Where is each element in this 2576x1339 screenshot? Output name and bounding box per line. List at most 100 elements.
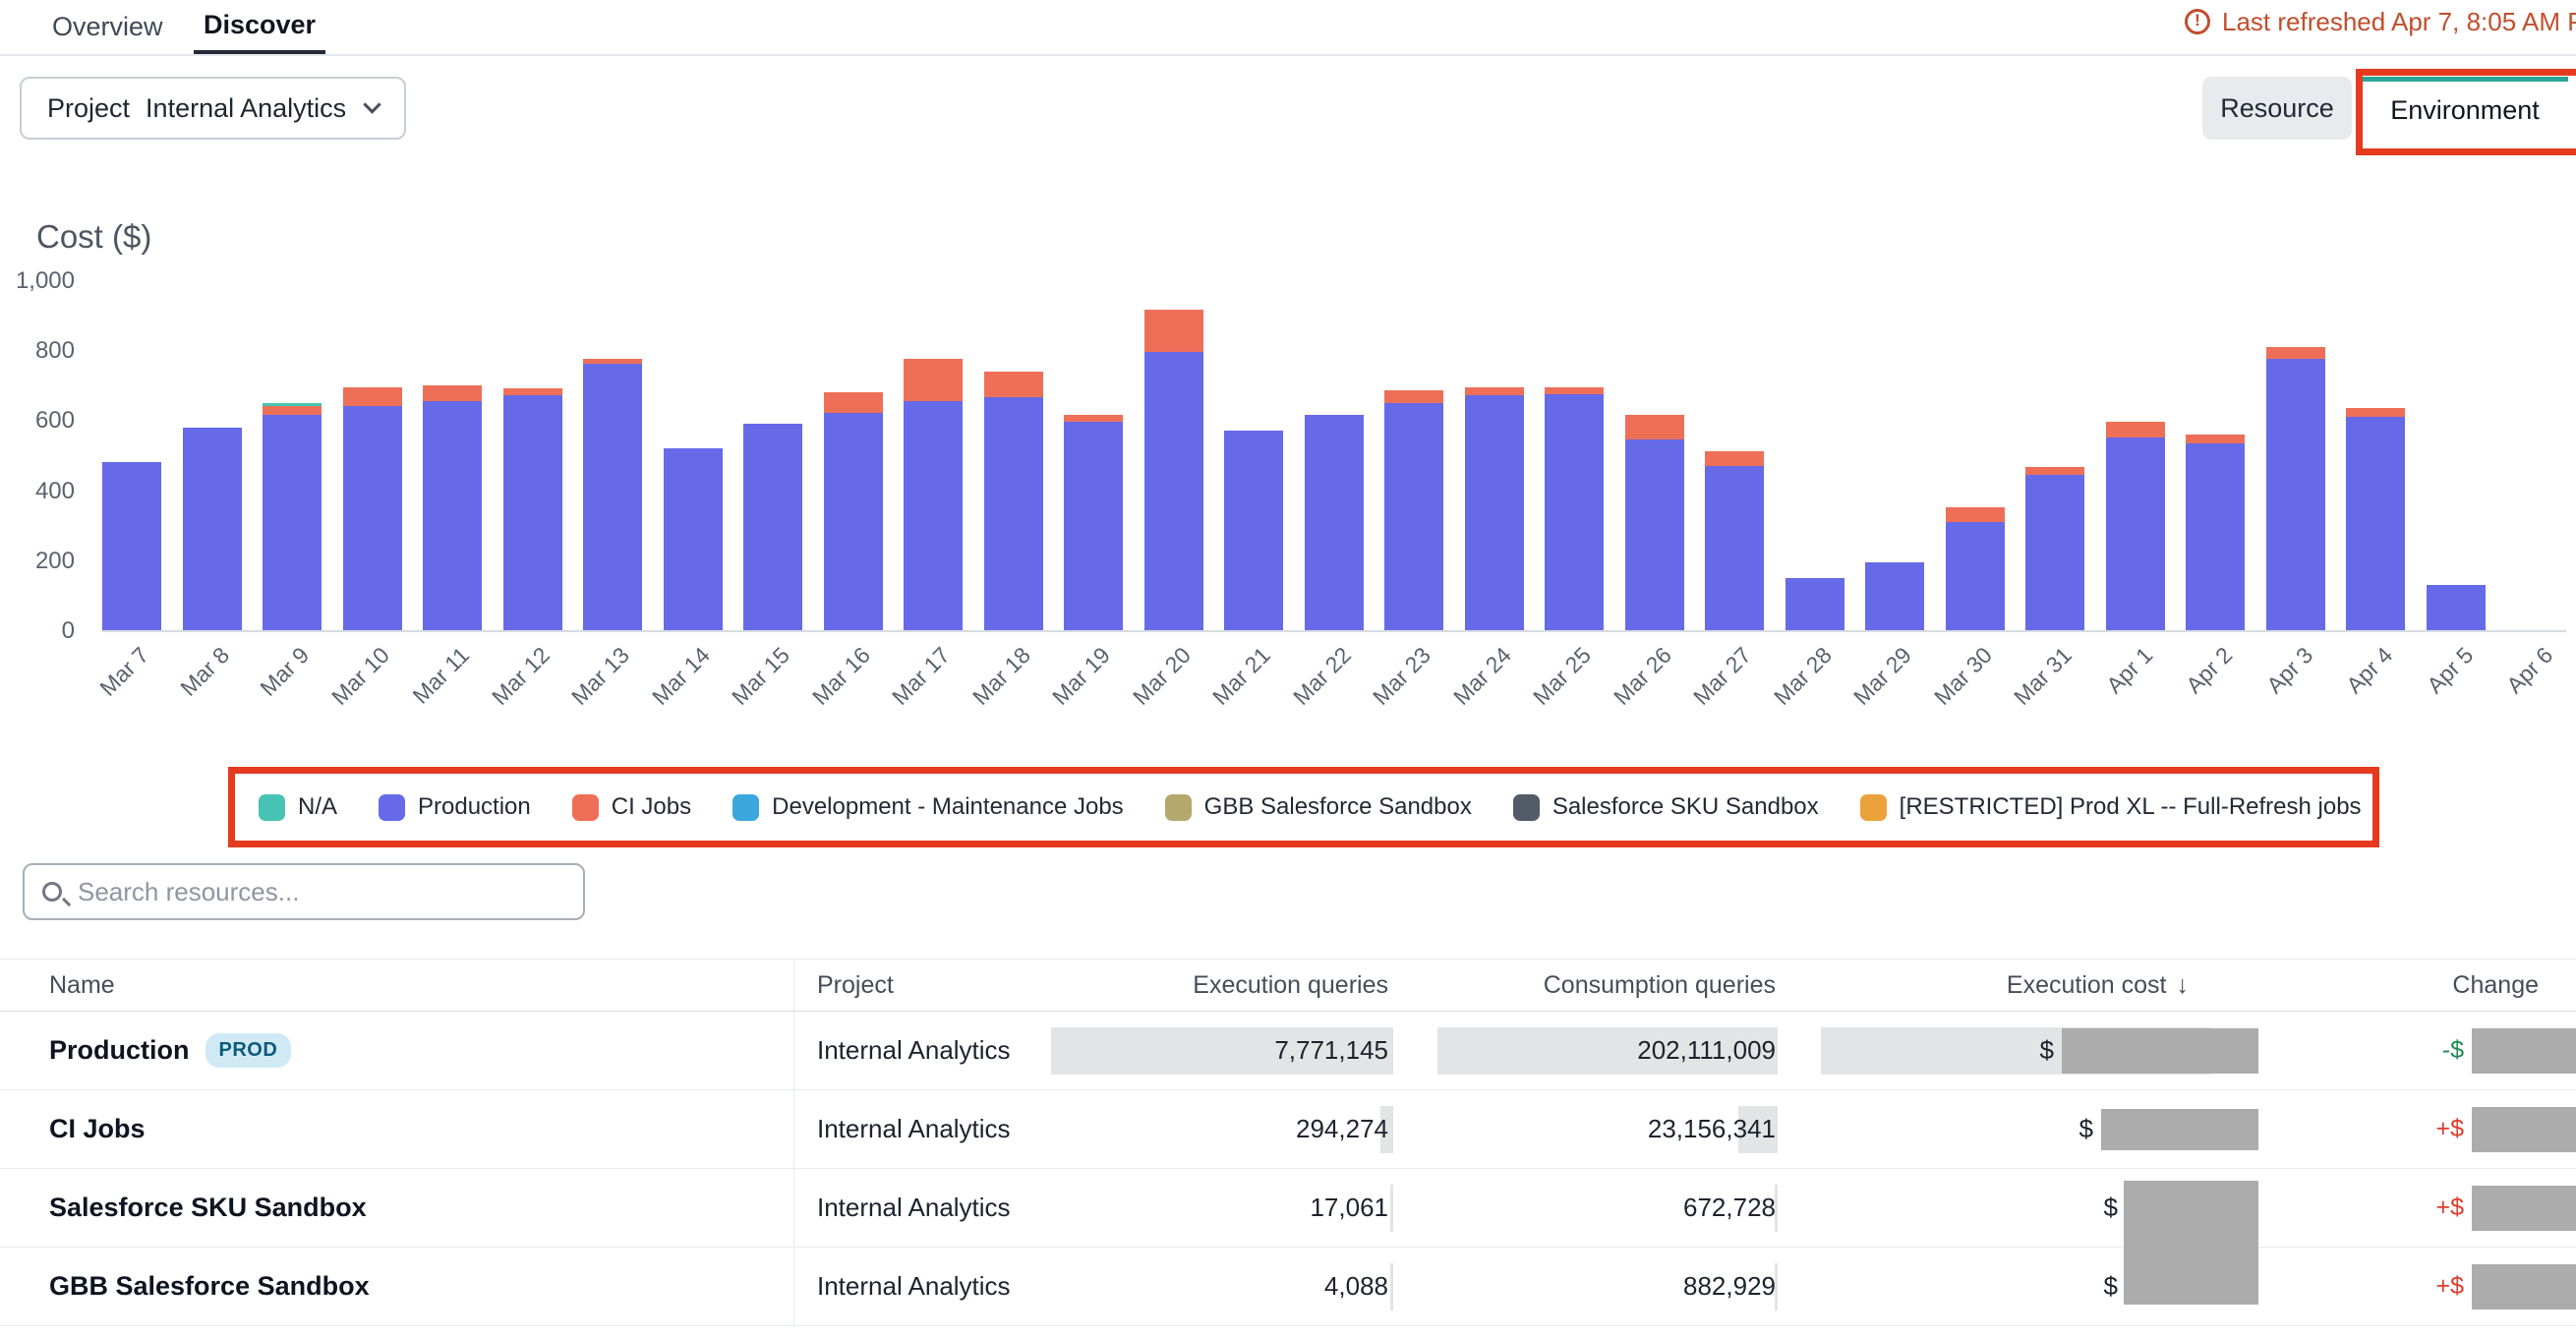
y-axis-label: 0 xyxy=(0,617,75,645)
chevron-down-icon xyxy=(363,95,381,113)
bar-Mar-15 xyxy=(743,424,802,630)
column-header-project[interactable]: Project xyxy=(793,960,1023,1011)
legend-label: CI Jobs xyxy=(612,793,691,821)
tab-discover[interactable]: Discover xyxy=(194,0,325,54)
bar-segment-Production xyxy=(2186,443,2245,630)
bar-segment-Production xyxy=(1224,431,1283,630)
execution-cost-cell: $ xyxy=(1778,1012,2258,1089)
consumption-queries-cell: 23,156,341 xyxy=(1393,1090,1778,1168)
x-axis-label: Mar 14 xyxy=(647,642,716,711)
legend-swatch xyxy=(572,794,599,821)
last-refreshed-text: Last refreshed Apr 7, 8:05 AM PDT xyxy=(2222,7,2576,37)
bar-Mar-29 xyxy=(1865,562,1924,630)
cost-currency-symbol: $ xyxy=(2040,1035,2054,1066)
y-axis-label: 800 xyxy=(0,337,75,365)
resource-name: Salesforce SKU Sandbox xyxy=(49,1193,367,1223)
x-axis-label: Mar 16 xyxy=(807,642,876,711)
legend-item[interactable]: N/A xyxy=(259,793,337,821)
x-axis-label: Mar 31 xyxy=(2009,642,2078,711)
bar-Mar-12 xyxy=(503,388,562,630)
column-header-execution-cost[interactable]: Execution cost ↓ xyxy=(1778,971,2258,1000)
resource-toggle-button[interactable]: Resource xyxy=(2202,77,2352,140)
bar-segment-Production xyxy=(2266,359,2325,630)
legend-item[interactable]: GBB Salesforce Sandbox xyxy=(1165,793,1472,821)
tab-overview[interactable]: Overview xyxy=(42,0,173,54)
environment-toggle-button[interactable]: Environment xyxy=(2362,77,2568,140)
bar-segment-CI-Jobs xyxy=(1625,415,1684,439)
bar-segment-Production xyxy=(102,462,161,630)
bar-segment-Production xyxy=(2025,475,2084,630)
execution-cost-header-label: Execution cost xyxy=(2007,971,2167,1000)
execution-queries-value: 17,061 xyxy=(1310,1193,1388,1223)
execution-queries-cell: 7,771,145 xyxy=(1023,1012,1393,1089)
bar-Mar-25 xyxy=(1545,387,1604,630)
bar-Mar-16 xyxy=(824,392,883,630)
bar-segment-CI-Jobs xyxy=(1064,415,1123,422)
bar-Mar-17 xyxy=(904,359,963,630)
execution-cost-cell: $ xyxy=(1778,1169,2258,1247)
table-row[interactable]: Salesforce SKU Sandbox Internal Analytics… xyxy=(0,1169,2576,1248)
legend-item[interactable]: Salesforce SKU Sandbox xyxy=(1513,793,1819,821)
bar-segment-CI-Jobs xyxy=(2346,408,2405,417)
redacted-value xyxy=(2472,1264,2576,1310)
bar-segment-Production xyxy=(743,424,802,630)
x-axis-label: Apr 2 xyxy=(2181,642,2238,699)
bar-Mar-14 xyxy=(664,448,723,630)
cost-currency-symbol: $ xyxy=(2104,1193,2118,1223)
bar-Mar-28 xyxy=(1786,578,1844,630)
project-dropdown[interactable]: Project Internal Analytics xyxy=(20,77,406,140)
legend-item[interactable]: Production xyxy=(379,793,531,821)
resource-name: Production xyxy=(49,1035,190,1066)
bar-segment-Production xyxy=(583,364,642,630)
y-axis-label: 200 xyxy=(0,548,75,575)
bar-segment-Production xyxy=(1786,578,1844,630)
bar-segment-CI-Jobs xyxy=(1465,387,1524,396)
legend-swatch xyxy=(379,794,405,821)
legend-swatch xyxy=(259,794,285,821)
column-header-change[interactable]: Change xyxy=(2258,971,2576,1000)
legend-item[interactable]: Development - Maintenance Jobs xyxy=(732,793,1124,821)
column-header-execution-queries[interactable]: Execution queries xyxy=(1023,971,1393,1000)
table-row[interactable]: ProductionPRODInternal Analytics7,771,14… xyxy=(0,1012,2576,1090)
bar-Mar-31 xyxy=(2025,467,2084,630)
consumption-queries-cell: 672,728 xyxy=(1393,1169,1778,1247)
project-cell: Internal Analytics xyxy=(793,1169,1023,1247)
bar-segment-Production xyxy=(1545,394,1604,630)
bar-segment-CI-Jobs xyxy=(1144,310,1203,352)
x-axis-label: Apr 1 xyxy=(2101,642,2158,699)
x-axis-label: Mar 10 xyxy=(326,642,395,711)
x-axis-label: Mar 11 xyxy=(408,642,476,710)
x-axis-label: Mar 28 xyxy=(1769,642,1838,711)
legend-label: [RESTRICTED] Prod XL -- Full-Refresh job… xyxy=(1900,793,2362,821)
change-sign: +$ xyxy=(2435,1193,2464,1222)
legend-swatch xyxy=(1513,794,1540,821)
redacted-value xyxy=(2062,1028,2258,1074)
legend-item[interactable]: [RESTRICTED] Prod XL -- Full-Refresh job… xyxy=(1860,793,2362,821)
column-header-name[interactable]: Name xyxy=(0,971,793,1000)
bar-Mar-27 xyxy=(1705,451,1764,630)
execution-queries-cell: 4,088 xyxy=(1023,1248,1393,1325)
change-sign: -$ xyxy=(2442,1036,2464,1065)
search-input[interactable] xyxy=(78,877,565,907)
bar-Apr-1 xyxy=(2106,422,2165,630)
bar-Mar-30 xyxy=(1946,507,2005,630)
bar-segment-Production xyxy=(904,401,963,630)
execution-cost-cell: $ xyxy=(1778,1090,2258,1168)
consumption-queries-cell: 202,111,009 xyxy=(1393,1012,1778,1089)
bar-segment-CI-Jobs xyxy=(2186,435,2245,443)
x-axis-label: Apr 5 xyxy=(2422,642,2479,699)
execution-queries-cell: 17,061 xyxy=(1023,1169,1393,1247)
bar-segment-Production xyxy=(1705,466,1764,630)
bar-Mar-19 xyxy=(1064,415,1123,630)
change-sign: +$ xyxy=(2435,1115,2464,1143)
table-row[interactable]: CI JobsInternal Analytics294,27423,156,3… xyxy=(0,1090,2576,1169)
bar-segment-CI-Jobs xyxy=(1545,387,1604,394)
column-header-consumption-queries[interactable]: Consumption queries xyxy=(1393,971,1778,1000)
bar-Mar-23 xyxy=(1384,390,1443,630)
bar-segment-Production xyxy=(183,428,242,630)
y-axis: 02004006008001,000 xyxy=(0,211,75,654)
redacted-value xyxy=(2472,1107,2576,1152)
legend-item[interactable]: CI Jobs xyxy=(572,793,691,821)
bar-segment-CI-Jobs xyxy=(2106,422,2165,437)
x-axis-label: Mar 18 xyxy=(967,642,1036,711)
